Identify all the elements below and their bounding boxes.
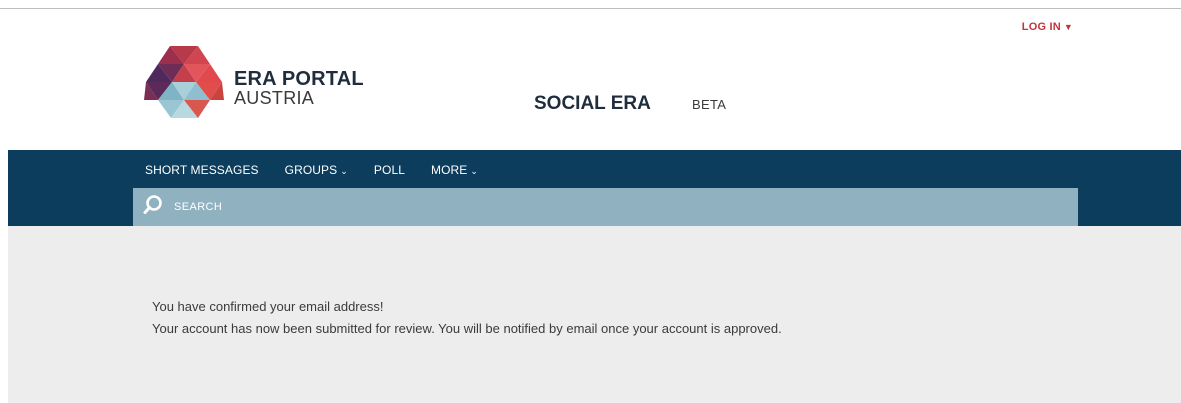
nav-item-short-messages[interactable]: SHORT MESSAGES [145,163,259,177]
main-navbar: SHORT MESSAGES GROUPS ⌄ POLL MORE ⌄ SEARCH [8,150,1181,226]
nav-item-label: MORE [431,163,468,177]
nav-item-label: POLL [373,163,406,177]
beta-badge: BETA [692,97,727,112]
caret-down-icon: ▼ [1063,22,1073,32]
chevron-down-icon: ⌄ [340,166,348,176]
login-menu[interactable]: LOG IN ▼ [1022,21,1073,33]
confirmation-line: You have confirmed your email address! [152,299,384,314]
main-nav: SHORT MESSAGES GROUPS ⌄ POLL MORE ⌄ [145,163,504,177]
nav-item-poll[interactable]: POLL [374,163,405,177]
site-title: SOCIAL ERA [534,93,651,114]
search-placeholder: SEARCH [174,201,223,213]
nav-item-groups[interactable]: GROUPS ⌄ [285,163,348,177]
chevron-down-icon: ⌄ [470,166,479,176]
brand-line-1: ERA PORTAL [234,68,364,90]
login-label: LOG IN [1021,21,1061,33]
page: LOG IN ▼ ERA PORTAL AUSTRIA SOCIAL ERA B… [8,9,1181,403]
search-input[interactable]: SEARCH [133,188,1078,226]
confirmation-message: You have confirmed your email address! Y… [152,296,782,340]
nav-item-label: SHORT MESSAGES [145,163,259,177]
era-portal-logo[interactable] [144,46,224,118]
main-content: You have confirmed your email address! Y… [8,226,1181,403]
nav-item-label: GROUPS [284,163,338,177]
brand-name[interactable]: ERA PORTAL AUSTRIA [234,69,364,107]
search-icon [143,195,162,214]
nav-item-more[interactable]: MORE ⌄ [431,163,478,177]
brand-line-2: AUSTRIA [234,88,315,108]
review-notice-line: Your account has now been submitted for … [152,321,782,336]
site-header: LOG IN ▼ ERA PORTAL AUSTRIA SOCIAL ERA B… [8,9,1181,150]
